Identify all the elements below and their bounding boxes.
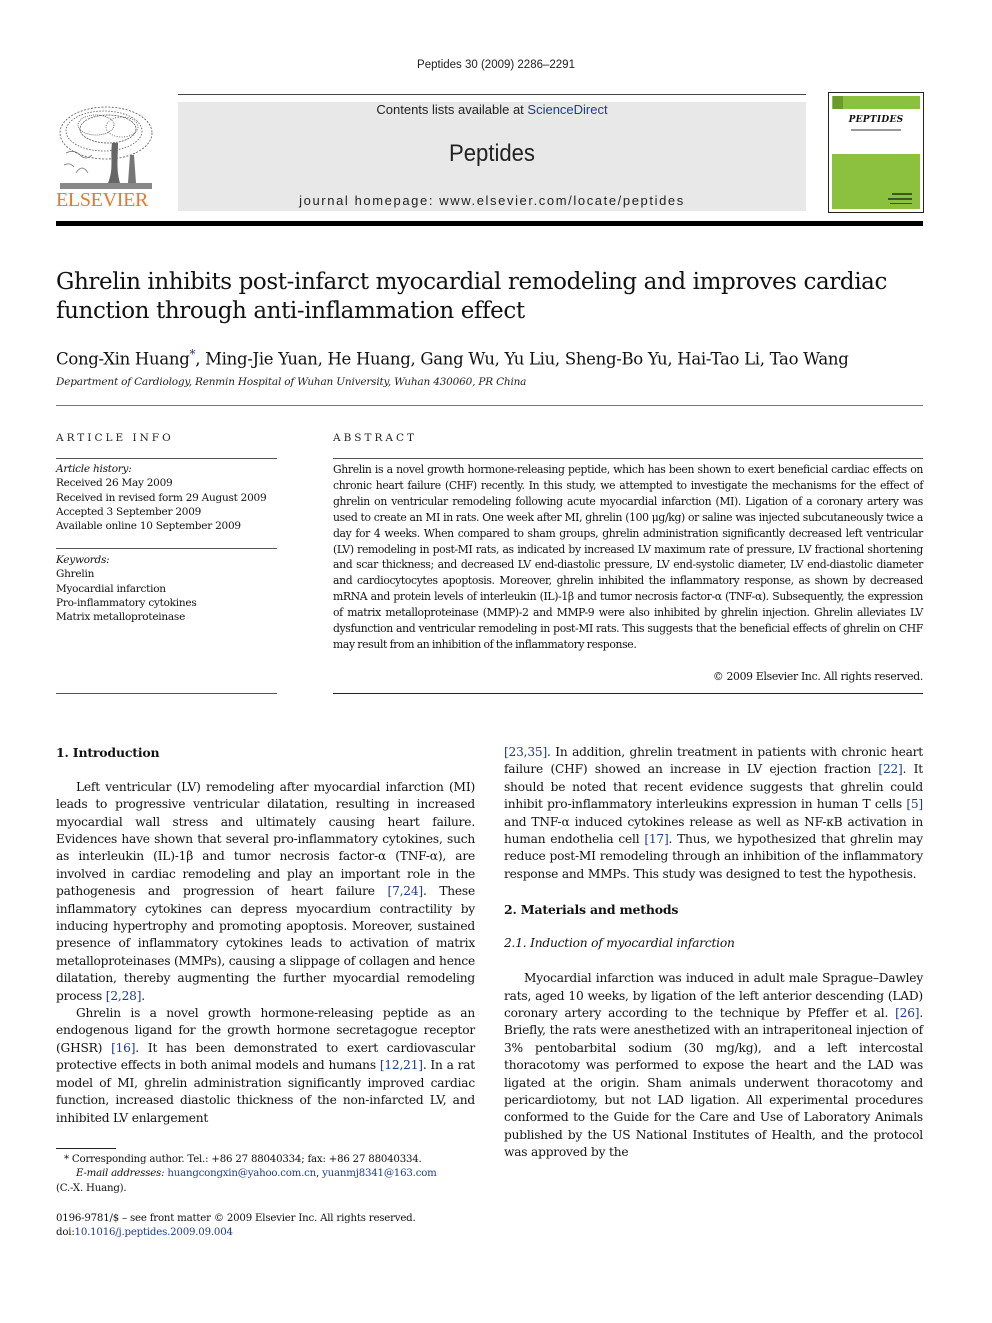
elsevier-tree-icon <box>59 106 153 189</box>
journal-name: Peptides <box>449 140 535 167</box>
elsevier-logo[interactable]: ELSEVIER <box>56 103 158 213</box>
citation-link[interactable]: [2,28] <box>106 989 142 1003</box>
divider <box>56 405 923 406</box>
sciencedirect-link[interactable]: ScienceDirect <box>527 102 607 117</box>
history-item: Accepted 3 September 2009 <box>56 505 202 518</box>
keywords-label: Keywords: <box>56 554 110 566</box>
cover-top-band <box>832 96 920 109</box>
cover-subtitle <box>851 129 901 131</box>
front-matter: 0196-9781/$ – see front matter © 2009 El… <box>56 1212 486 1241</box>
footnote-rule <box>56 1148 116 1149</box>
history-item: Received in revised form 29 August 2009 <box>56 491 267 504</box>
citation-link[interactable]: [12,21] <box>380 1058 423 1072</box>
citation-link[interactable]: [22] <box>878 762 902 776</box>
subsection-heading: 2.1. Induction of myocardial infarction <box>504 936 735 951</box>
author-corresponding[interactable]: Cong-Xin Huang <box>56 350 190 369</box>
text-run: . <box>141 988 145 1003</box>
email-label: E-mail addresses: <box>76 1168 168 1180</box>
citation-link[interactable]: [16] <box>111 1041 135 1055</box>
contents-prefix: Contents lists available at <box>376 102 528 117</box>
divider <box>333 693 923 694</box>
abstract-copyright: © 2009 Elsevier Inc. All rights reserved… <box>712 670 923 683</box>
citation-link[interactable]: [17] <box>644 832 668 846</box>
journal-cover-thumbnail[interactable]: PEPTIDES <box>828 92 924 213</box>
journal-homepage-link[interactable]: journal homepage: www.elsevier.com/locat… <box>178 193 806 208</box>
top-rule <box>178 94 806 95</box>
doi-line: doi:10.1016/j.peptides.2009.09.004 <box>56 1226 486 1240</box>
divider <box>56 458 277 459</box>
divider <box>333 458 923 459</box>
cover-bottom-band <box>832 154 920 209</box>
body-column-left: 1. Introduction Left ventricular (LV) re… <box>56 744 475 1127</box>
affiliation: Department of Cardiology, Renmin Hospita… <box>56 376 527 388</box>
cover-title: PEPTIDES <box>848 115 904 125</box>
keyword-item: Ghrelin <box>56 568 95 581</box>
email-owner: (C.-X. Huang). <box>56 1182 127 1194</box>
author-others: , Ming-Jie Yuan, He Huang, Gang Wu, Yu L… <box>195 349 849 369</box>
running-head: Peptides 30 (2009) 2286–2291 <box>417 59 575 71</box>
citation-link[interactable]: [7,24] <box>388 884 424 898</box>
cover-sciencedirect-mark <box>888 198 912 200</box>
article-history-label: Article history: <box>56 463 132 475</box>
email-line: E-mail addresses: huangcongxin@yahoo.com… <box>56 1167 475 1181</box>
paragraph: Left ventricular (LV) remodeling after m… <box>56 779 475 1005</box>
abstract-heading: ABSTRACT <box>333 432 418 444</box>
section-heading-methods: 2. Materials and methods <box>504 901 679 917</box>
elsevier-wordmark: ELSEVIER <box>56 189 149 211</box>
cover-sciencedirect-mark <box>892 193 912 195</box>
keyword-item: Matrix metalloproteinase <box>56 611 186 624</box>
paragraph-continued: [23,35]. In addition, ghrelin treatment … <box>504 744 923 883</box>
doi-prefix: doi: <box>56 1227 75 1239</box>
citation-link[interactable]: [26] <box>895 1006 919 1020</box>
article-title: Ghrelin inhibits post-infarct myocardial… <box>56 269 887 324</box>
text-run: Myocardial infarction was induced in adu… <box>504 971 923 1021</box>
citation-link[interactable]: [23,35] <box>504 745 547 759</box>
keywords: Keywords: Ghrelin Myocardial infarction … <box>56 553 197 624</box>
text-run: . Briefly, the rats were anesthetized wi… <box>504 1006 923 1160</box>
history-item: Available online 10 September 2009 <box>56 520 241 533</box>
article-history: Article history: Received 26 May 2009 Re… <box>56 462 267 533</box>
issn-line: 0196-9781/$ – see front matter © 2009 El… <box>56 1213 416 1224</box>
article-info-heading: ARTICLE INFO <box>56 432 174 444</box>
author-list: Cong-Xin Huang*, Ming-Jie Yuan, He Huang… <box>56 343 923 371</box>
journal-banner: Contents lists available at ScienceDirec… <box>178 102 806 211</box>
contents-line: Contents lists available at ScienceDirec… <box>178 102 806 117</box>
section-heading-introduction: 1. Introduction <box>56 745 160 760</box>
keyword-item: Myocardial infarction <box>56 582 166 595</box>
cover-publisher-logo <box>833 96 843 109</box>
keyword-item: Pro-inflammatory cytokines <box>56 596 197 609</box>
citation-link[interactable]: [5] <box>906 797 923 811</box>
paragraph: Myocardial infarction was induced in adu… <box>504 970 923 1161</box>
doi-link[interactable]: 10.1016/j.peptides.2009.09.004 <box>75 1227 233 1238</box>
divider <box>56 548 277 549</box>
abstract-text: Ghrelin is a novel growth hormone-releas… <box>333 463 923 651</box>
divider <box>56 693 277 694</box>
cover-sciencedirect-mark <box>890 203 912 204</box>
history-item: Received 26 May 2009 <box>56 477 173 490</box>
email-link[interactable]: yuanmj8341@163.com <box>322 1168 437 1179</box>
header-thick-rule <box>56 221 923 226</box>
body-column-right: [23,35]. In addition, ghrelin treatment … <box>504 744 923 1162</box>
text-run: . In addition, ghrelin treatment in pati… <box>504 745 923 777</box>
corresponding-author-note: * Corresponding author. Tel.: +86 27 880… <box>64 1154 422 1165</box>
footnotes: * Corresponding author. Tel.: +86 27 880… <box>56 1153 475 1196</box>
paragraph: Ghrelin is a novel growth hormone-releas… <box>56 1005 475 1127</box>
text-run: Left ventricular (LV) remodeling after m… <box>56 779 475 899</box>
email-link[interactable]: huangcongxin@yahoo.com.cn <box>167 1168 316 1179</box>
text-run: . These inflammatory cytokines can depre… <box>56 884 475 1003</box>
